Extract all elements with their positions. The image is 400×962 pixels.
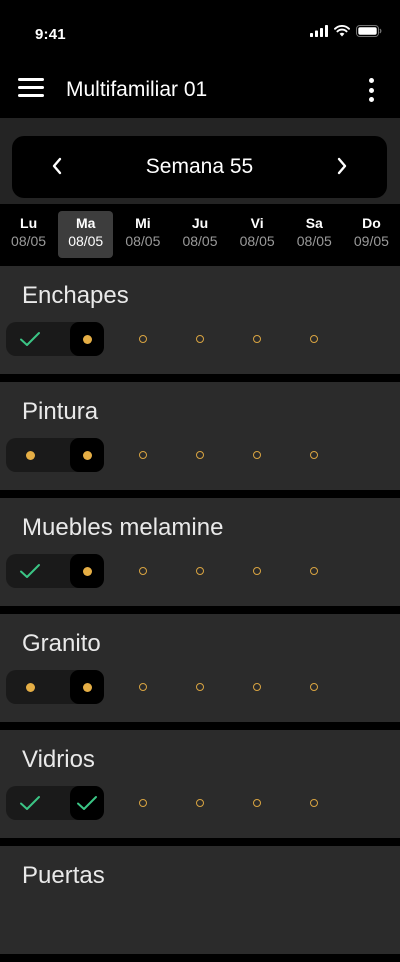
chevron-right-icon[interactable] [327,151,357,181]
more-options-icon[interactable] [366,76,376,104]
day-name: Mi [135,215,151,231]
day-date: 08/05 [68,233,104,249]
day-name: Ju [191,215,209,231]
upcoming-ring-icon[interactable] [297,322,331,356]
day-date: 08/05 [125,233,161,249]
wifi-icon [334,25,350,37]
upcoming-ring-icon[interactable] [183,554,217,588]
task-row[interactable]: Vidrios [0,730,400,838]
upcoming-ring-icon[interactable] [240,438,274,472]
upcoming-ring-icon[interactable] [183,322,217,356]
upcoming-ring-icon[interactable] [240,322,274,356]
day-tab-sa[interactable]: Sa 08/05 [286,204,343,266]
day-date: 08/05 [11,233,47,249]
menu-icon[interactable] [18,78,44,100]
upcoming-ring-icon[interactable] [297,786,331,820]
day-name: Do [362,215,381,231]
task-title: Puertas [22,862,105,889]
task-row[interactable]: Pintura [0,382,400,490]
upcoming-ring-icon[interactable] [126,554,160,588]
pending-dot-icon[interactable] [70,322,104,356]
status-time: 9:41 [35,26,66,43]
task-row[interactable]: Granito [0,614,400,722]
task-title: Vidrios [22,746,95,773]
day-selector: Lu 08/05 Ma 08/05 Mi 08/05 Ju 08/05 Vi 08/05 Sa 08/… [0,204,400,266]
task-title: Enchapes [22,282,129,309]
day-tab-ju[interactable]: Ju 08/05 [171,204,228,266]
week-navigator: Semana 55 [12,136,387,198]
day-tab-lu[interactable]: Lu 08/05 [0,204,57,266]
upcoming-ring-icon[interactable] [126,438,160,472]
battery-icon [356,25,382,37]
pending-dot-icon[interactable] [70,438,104,472]
day-tab-mi[interactable]: Mi 08/05 [114,204,171,266]
task-title: Muebles melamine [22,514,224,541]
upcoming-ring-icon[interactable] [297,670,331,704]
upcoming-ring-icon[interactable] [240,670,274,704]
day-name: Sa [305,215,323,231]
day-name: Vi [250,215,264,231]
upcoming-ring-icon[interactable] [240,554,274,588]
day-name: Lu [20,215,38,231]
task-title: Pintura [22,398,99,425]
task-row[interactable]: Puertas [0,846,400,954]
upcoming-ring-icon[interactable] [240,786,274,820]
task-row[interactable]: Enchapes [0,266,400,374]
upcoming-ring-icon[interactable] [126,670,160,704]
task-title: Granito [22,630,101,657]
pending-dot-icon[interactable] [70,670,104,704]
day-date: 09/05 [353,233,389,249]
status-icons [310,25,382,37]
task-row[interactable]: Muebles melamine [0,498,400,606]
upcoming-ring-icon[interactable] [126,786,160,820]
check-icon[interactable] [13,786,47,820]
check-icon[interactable] [70,786,104,820]
day-tab-ma[interactable]: Ma 08/05 [57,204,114,266]
upcoming-ring-icon[interactable] [126,322,160,356]
upcoming-ring-icon[interactable] [297,554,331,588]
day-date: 08/05 [182,233,218,249]
check-icon[interactable] [13,554,47,588]
day-date: 08/05 [239,233,275,249]
day-date: 08/05 [296,233,332,249]
pending-dot-icon[interactable] [13,670,47,704]
day-tab-do[interactable]: Do 09/05 [343,204,400,266]
pending-dot-icon[interactable] [70,554,104,588]
week-selector-area: Semana 55 [0,118,400,204]
status-bar: 9:41 [0,0,400,62]
day-tab-vi[interactable]: Vi 08/05 [229,204,286,266]
upcoming-ring-icon[interactable] [183,438,217,472]
task-list: Enchapes Pintura Muebles melamine Granito Vi… [0,266,400,962]
upcoming-ring-icon[interactable] [183,786,217,820]
signal-icon [310,25,328,37]
day-name: Ma [75,215,96,231]
upcoming-ring-icon[interactable] [183,670,217,704]
check-icon[interactable] [13,322,47,356]
app-bar: Multifamiliar 01 [0,62,400,118]
page-title: Multifamiliar 01 [66,78,208,101]
upcoming-ring-icon[interactable] [297,438,331,472]
pending-dot-icon[interactable] [13,438,47,472]
